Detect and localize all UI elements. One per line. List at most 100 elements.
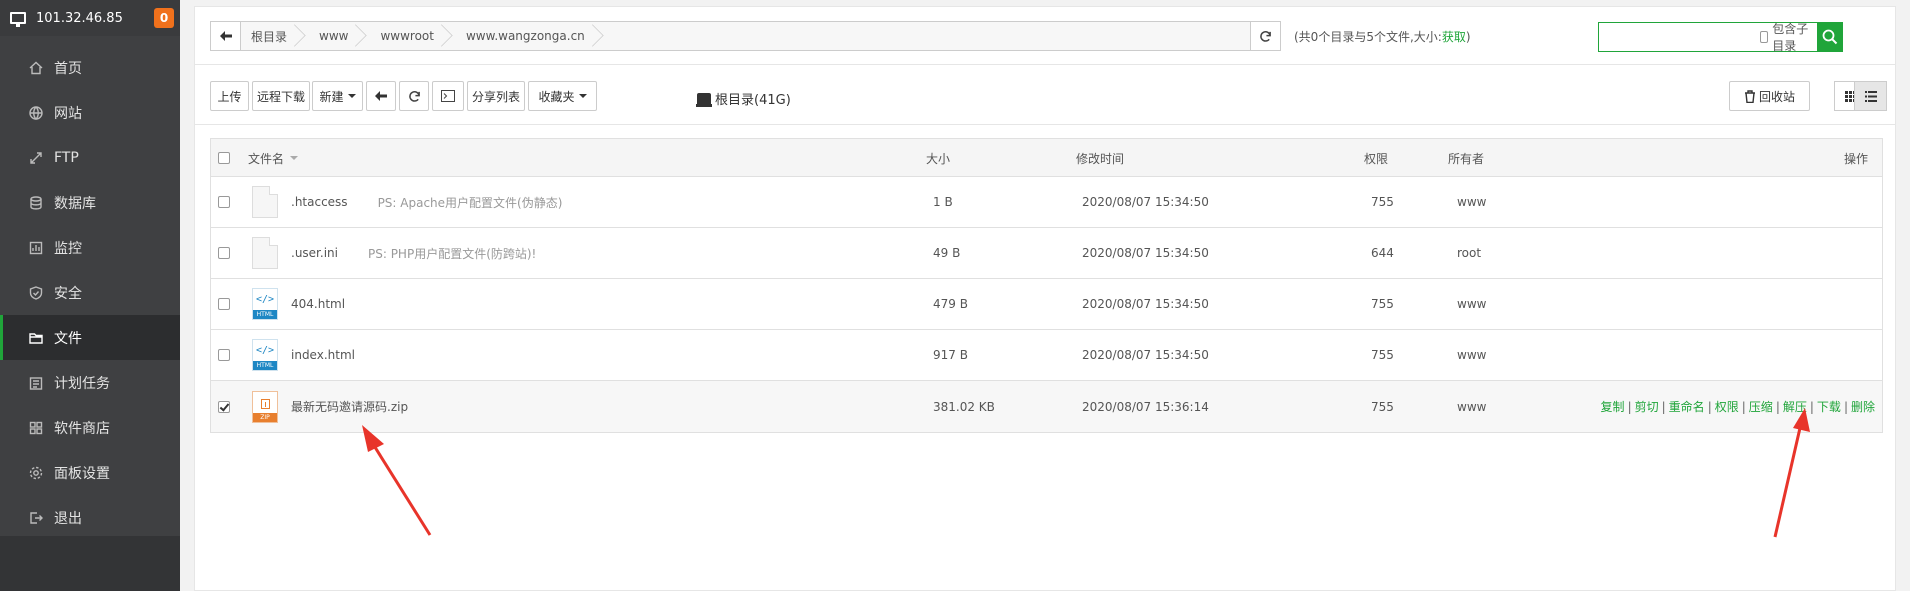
file-mtime: 2020/08/07 15:36:14 (1082, 399, 1209, 414)
header-size[interactable]: 大小 (926, 139, 950, 177)
upload-button[interactable]: 上传 (210, 81, 249, 111)
file-owner[interactable]: root (1457, 228, 1481, 278)
sort-desc-icon (290, 156, 299, 160)
file-size: 479 B (933, 297, 968, 311)
sidebar-item-label: 首页 (54, 60, 82, 77)
notification-badge[interactable]: 0 (154, 8, 174, 28)
terminal-button[interactable] (432, 81, 464, 111)
recycle-bin-button[interactable]: 回收站 (1729, 81, 1810, 111)
file-perm[interactable]: 644 (1371, 228, 1394, 278)
include-subdir-option[interactable]: 包含子目录 (1760, 22, 1817, 53)
header-mtime[interactable]: 修改时间 (1076, 139, 1124, 177)
summary-close: ) (1465, 30, 1471, 44)
table-row[interactable]: </> HTML 404.html 479 B 2020/08/07 15:34:… (211, 279, 1882, 330)
html-file-icon: </> HTML (252, 339, 278, 371)
header-owner[interactable]: 所有者 (1448, 139, 1484, 177)
list-view-button[interactable] (1854, 81, 1887, 111)
file-mtime: 2020/08/07 15:34:50 (1082, 297, 1209, 311)
path-refresh-button[interactable] (1250, 22, 1280, 50)
breadcrumb-item[interactable]: wwwroot (370, 22, 456, 50)
caret-down-icon (347, 94, 356, 98)
select-all-checkbox[interactable] (218, 152, 230, 164)
include-subdir-checkbox[interactable] (1760, 31, 1769, 43)
sidebar-item-files[interactable]: 文件 (0, 315, 180, 360)
search-icon (1822, 29, 1837, 45)
sidebar-item-home[interactable]: 首页 (0, 45, 180, 90)
sidebar-item-website[interactable]: 网站 (0, 90, 180, 135)
header-perm[interactable]: 权限 (1364, 139, 1388, 177)
extract-action[interactable]: 解压 (1783, 398, 1807, 415)
table-row[interactable]: ZIP 最新无码邀请源码.zip 381.02 KB 2020/08/07 15… (211, 381, 1882, 432)
sidebar-item-database[interactable]: 数据库 (0, 180, 180, 225)
search-button[interactable] (1817, 23, 1842, 51)
refresh-button[interactable] (399, 81, 429, 111)
file-icon (252, 186, 278, 218)
file-name[interactable]: .user.ini (291, 246, 338, 260)
row-actions: 复制 | 剪切 | 重命名 | 权限 | 压缩 | 解压 | 下载 | 删除 (1600, 398, 1875, 415)
file-manager-panel: 根目录 www wwwroot www.wangzonga.cn (共0个目录与… (194, 6, 1896, 591)
breadcrumb-item[interactable]: www (309, 22, 370, 50)
rename-action[interactable]: 重命名 (1669, 398, 1705, 415)
list-icon (1864, 90, 1877, 102)
refresh-icon (408, 90, 420, 102)
back-button[interactable] (211, 22, 241, 50)
cut-action[interactable]: 剪切 (1635, 398, 1659, 415)
file-name[interactable]: .htaccess (291, 195, 348, 209)
file-name[interactable]: 最新无码邀请源码.zip (291, 398, 408, 415)
file-name[interactable]: 404.html (291, 297, 345, 311)
file-perm[interactable]: 755 (1371, 279, 1394, 329)
row-checkbox[interactable] (218, 196, 230, 208)
server-header: 101.32.46.85 0 (0, 0, 180, 36)
table-row[interactable]: .user.ini PS: PHP用户配置文件(防跨站)! 49 B 2020/0… (211, 228, 1882, 279)
sidebar-item-logout[interactable]: 退出 (0, 495, 180, 540)
sidebar-item-label: 计划任务 (54, 375, 110, 392)
file-owner[interactable]: www (1457, 279, 1486, 329)
sidebar-item-cron[interactable]: 计划任务 (0, 360, 180, 405)
file-owner[interactable]: www (1457, 330, 1486, 380)
sidebar-item-settings[interactable]: 面板设置 (0, 450, 180, 495)
file-size: 49 B (933, 246, 961, 260)
sidebar-item-label: 退出 (54, 510, 82, 527)
file-perm[interactable]: 755 (1371, 177, 1394, 227)
sidebar-item-label: 软件商店 (54, 420, 110, 437)
table-row[interactable]: </> HTML index.html 917 B 2020/08/07 15:3… (211, 330, 1882, 381)
sidebar-item-security[interactable]: 安全 (0, 270, 180, 315)
file-owner[interactable]: www (1457, 381, 1486, 432)
monitor-icon (28, 240, 44, 256)
trash-icon (1744, 89, 1755, 103)
delete-action[interactable]: 删除 (1851, 398, 1875, 415)
permission-action[interactable]: 权限 (1715, 398, 1739, 415)
file-mtime: 2020/08/07 15:34:50 (1082, 348, 1209, 362)
folder-icon (28, 330, 44, 346)
file-name[interactable]: index.html (291, 348, 355, 362)
sidebar-item-monitor[interactable]: 监控 (0, 225, 180, 270)
row-checkbox[interactable] (218, 298, 230, 310)
file-perm[interactable]: 755 (1371, 381, 1394, 432)
refresh-icon (1260, 30, 1271, 42)
new-dropdown-button[interactable]: 新建 (312, 81, 363, 111)
sidebar-item-ftp[interactable]: FTP (0, 135, 180, 180)
file-owner[interactable]: www (1457, 177, 1486, 227)
file-table: 文件名 大小 修改时间 权限 所有者 操作 .htaccess PS: Apach… (210, 138, 1883, 433)
breadcrumb-item[interactable]: www.wangzonga.cn (456, 22, 607, 50)
compress-action[interactable]: 压缩 (1749, 398, 1773, 415)
breadcrumb-item[interactable]: 根目录 (241, 22, 309, 50)
copy-action[interactable]: 复制 (1601, 398, 1625, 415)
search-input[interactable] (1599, 23, 1760, 51)
download-action[interactable]: 下载 (1817, 398, 1841, 415)
table-row[interactable]: .htaccess PS: Apache用户配置文件(伪静态) 1 B 2020/… (211, 177, 1882, 228)
fetch-size-link[interactable]: 获取 (1442, 30, 1466, 44)
row-checkbox[interactable] (218, 400, 230, 413)
file-perm[interactable]: 755 (1371, 330, 1394, 380)
row-checkbox[interactable] (218, 247, 230, 259)
sidebar-item-store[interactable]: 软件商店 (0, 405, 180, 450)
remote-download-button[interactable]: 远程下载 (252, 81, 310, 111)
table-header: 文件名 大小 修改时间 权限 所有者 操作 (211, 139, 1882, 177)
row-checkbox[interactable] (218, 349, 230, 361)
back-nav-button[interactable] (366, 81, 396, 111)
share-list-button[interactable]: 分享列表 (467, 81, 525, 111)
favorites-dropdown-button[interactable]: 收藏夹 (528, 81, 597, 111)
header-name[interactable]: 文件名 (248, 139, 299, 177)
disk-selector[interactable]: 根目录(41G) (696, 89, 791, 108)
recycle-label: 回收站 (1758, 89, 1795, 104)
